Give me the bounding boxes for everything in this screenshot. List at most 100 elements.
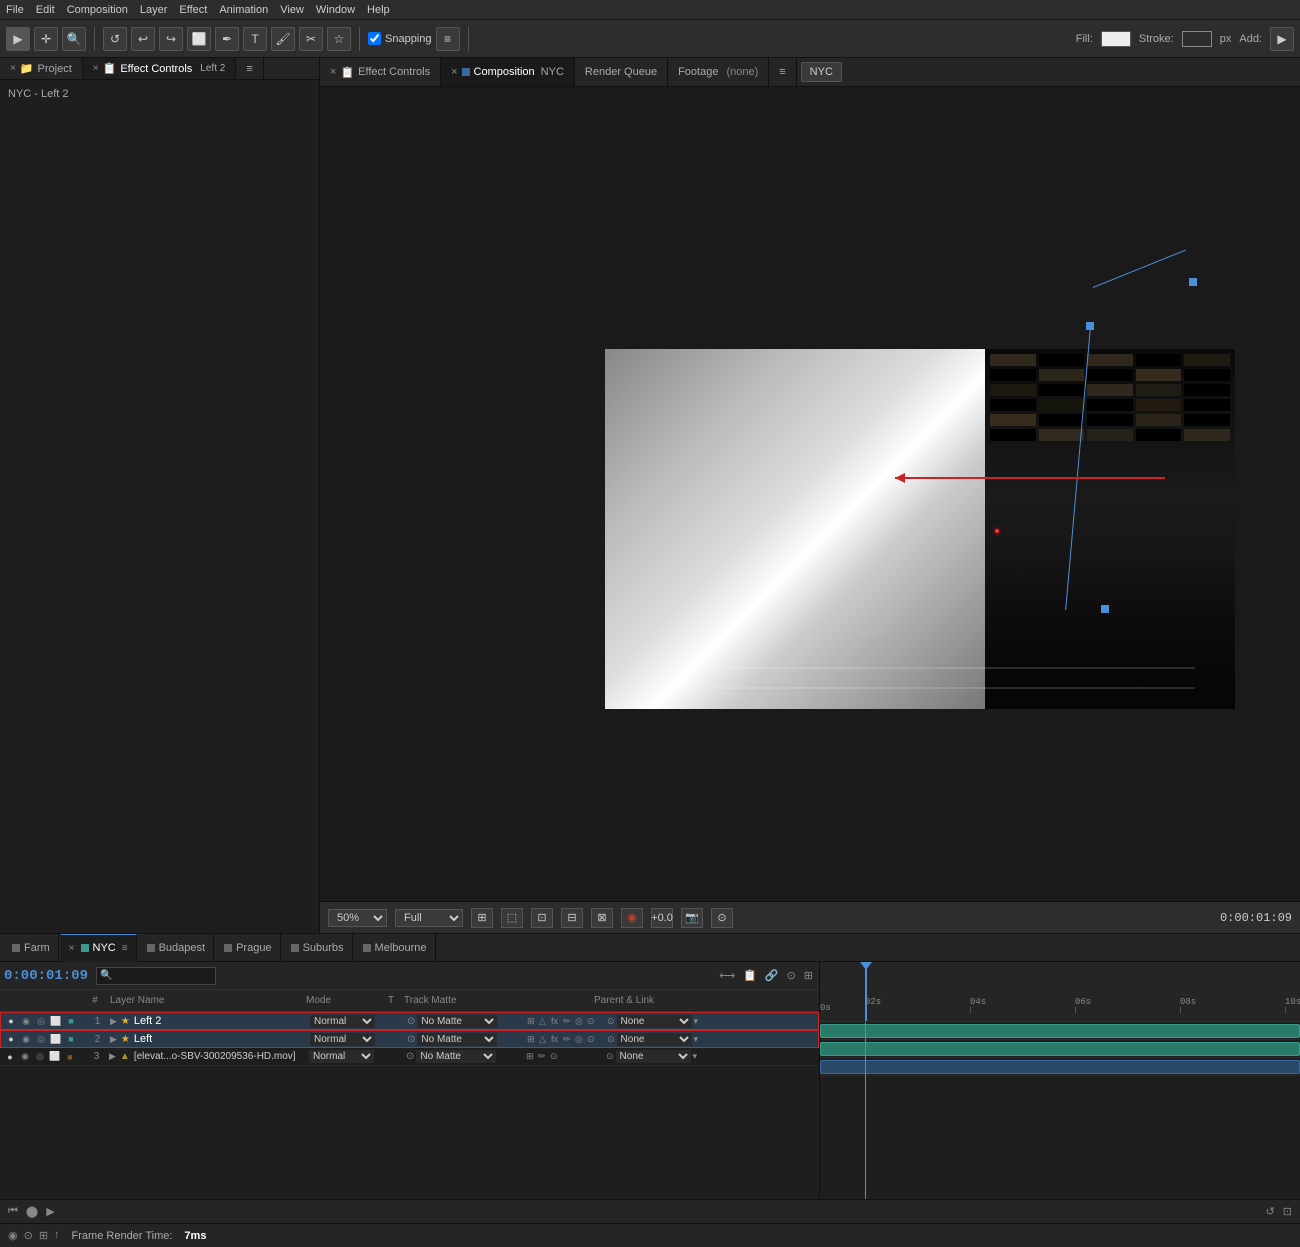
menu-effect[interactable]: Effect (179, 4, 207, 16)
status-icon-2[interactable]: ⊙ (24, 1229, 33, 1242)
timeline-ctrl-4[interactable]: ⊙ (785, 967, 798, 984)
layer-1-sw1[interactable]: ⊞ (527, 1016, 537, 1027)
layer-1-lock[interactable]: ⬜ (50, 1015, 62, 1027)
layer-2-sw2[interactable]: △ (539, 1034, 549, 1045)
tc-play[interactable]: ▶ (42, 1205, 58, 1218)
zoom-select[interactable]: 50% 100% 25% (328, 909, 387, 927)
menu-composition[interactable]: Composition (67, 4, 128, 16)
redo-tool[interactable]: ↪ (159, 27, 183, 51)
layer-2-sw4[interactable]: ✏ (563, 1034, 573, 1045)
layer-3-eye[interactable]: ● (4, 1051, 16, 1063)
camera-button[interactable]: 📷 (681, 908, 703, 928)
layer-3-solo[interactable]: ◎ (34, 1051, 46, 1063)
tc-prev[interactable]: ⬤ (22, 1205, 42, 1218)
layer-3-sw3[interactable]: ⊙ (550, 1051, 560, 1062)
status-icon-4[interactable]: ↑ (54, 1229, 60, 1242)
footage-tab[interactable]: Footage (none) (668, 58, 769, 86)
layer-1-eye[interactable]: ● (5, 1015, 17, 1027)
layer-1-audio[interactable]: ◉ (20, 1015, 32, 1027)
undo-tool[interactable]: ↩ (131, 27, 155, 51)
layer-row-1[interactable]: ● ◉ ◎ ⬜ ■ 1 ▶ ★ Left 2 Normal (0, 1012, 819, 1030)
layer-1-label[interactable]: ■ (65, 1015, 77, 1027)
nyc-subtab[interactable]: NYC (801, 62, 842, 82)
mask-tool[interactable]: ⬜ (187, 27, 211, 51)
timeline-ctrl-3[interactable]: 🔗 (763, 967, 781, 984)
layer-1-solo[interactable]: ◎ (35, 1015, 47, 1027)
timeline-ctrl-2[interactable]: 📋 (741, 967, 759, 984)
layer-1-mode[interactable]: Normal (310, 1015, 375, 1028)
comp-effect-controls-tab[interactable]: × 📋 Effect Controls (320, 58, 441, 86)
current-time[interactable]: 0:00:01:09 (4, 968, 88, 984)
composition-viewer[interactable] (320, 87, 1300, 901)
project-tab-close[interactable]: × (10, 63, 16, 74)
layer-2-audio[interactable]: ◉ (20, 1033, 32, 1045)
composition-tab[interactable]: × Composition NYC (441, 58, 575, 86)
layer-row-3[interactable]: ● ◉ ◎ ⬜ ■ 3 ▶ ▲ [elevat...o-SBV-30020953… (0, 1048, 819, 1066)
pixel-button[interactable]: ⊠ (591, 908, 613, 928)
layer-2-parent-select[interactable]: None (617, 1033, 692, 1046)
layer-3-audio[interactable]: ◉ (19, 1051, 31, 1063)
tc-first[interactable]: ⏮ (4, 1205, 22, 1218)
layer-2-label[interactable]: ■ (65, 1033, 77, 1045)
layer-3-sw1[interactable]: ⊞ (526, 1051, 536, 1062)
layer-1-expand[interactable]: ▶ (110, 1016, 117, 1027)
layer-2-eye[interactable]: ● (5, 1033, 17, 1045)
timeline-tab-melbourne[interactable]: Melbourne (355, 934, 436, 962)
timeline-ctrl-5[interactable]: ⊞ (802, 967, 815, 984)
menu-help[interactable]: Help (367, 4, 390, 16)
layer-1-sw5[interactable]: ◎ (575, 1016, 585, 1027)
time-ruler[interactable]: 0s 02s 04s 06s 08s 10s (820, 962, 1300, 1022)
text-tool[interactable]: T (243, 27, 267, 51)
menu-edit[interactable]: Edit (36, 4, 55, 16)
layer-2-mode[interactable]: Normal (310, 1033, 375, 1046)
tc-ram[interactable]: ⊡ (1279, 1205, 1296, 1218)
transform-handle-tr[interactable] (1189, 278, 1197, 286)
pen-tool[interactable]: ✒ (215, 27, 239, 51)
transform-handle-tl[interactable] (1086, 322, 1094, 330)
status-icon-1[interactable]: ◉ (8, 1229, 18, 1242)
nyc-menu[interactable]: ≡ (122, 943, 128, 954)
comp-effect-close[interactable]: × (330, 66, 336, 78)
timeline-tab-farm[interactable]: Farm (4, 934, 59, 962)
add-button[interactable]: ▶ (1270, 27, 1294, 51)
layer-3-lock[interactable]: ⬜ (49, 1051, 61, 1063)
layer-3-label[interactable]: ■ (64, 1051, 76, 1063)
timeline-tab-suburbs[interactable]: Suburbs (283, 934, 353, 962)
grid-button[interactable]: ⊞ (471, 908, 493, 928)
left-panel-menu[interactable]: ≡ (236, 58, 263, 79)
zoom-tool[interactable]: 🔍 (62, 27, 86, 51)
mask-button[interactable]: ⬚ (501, 908, 523, 928)
tc-loop[interactable]: ↺ (1262, 1205, 1279, 1218)
clone-tool[interactable]: ✂ (299, 27, 323, 51)
transform-handle-bl[interactable] (1101, 605, 1109, 613)
stroke-swatch[interactable] (1182, 31, 1212, 47)
timeline-tab-prague[interactable]: Prague (216, 934, 280, 962)
layer-1-parent-select[interactable]: None (617, 1015, 692, 1028)
menu-window[interactable]: Window (316, 4, 355, 16)
menu-layer[interactable]: Layer (140, 4, 168, 16)
layer-3-sw2[interactable]: ✏ (538, 1051, 548, 1062)
menu-animation[interactable]: Animation (219, 4, 268, 16)
layer-search[interactable] (96, 967, 216, 985)
nyc-close[interactable]: × (69, 943, 75, 954)
layer-3-parent-select[interactable]: None (616, 1050, 691, 1063)
render-queue-tab[interactable]: Render Queue (575, 58, 668, 86)
layer-2-track-select[interactable]: No Matte (417, 1033, 497, 1046)
status-icon-3[interactable]: ⊞ (39, 1229, 48, 1242)
comp-menu[interactable]: ≡ (769, 58, 796, 86)
layer-2-solo[interactable]: ◎ (35, 1033, 47, 1045)
safe-button[interactable]: ⊡ (531, 908, 553, 928)
menu-file[interactable]: File (6, 4, 24, 16)
color-button[interactable]: ◉ (621, 908, 643, 928)
project-tab[interactable]: × 📁 Project (0, 58, 83, 79)
layer-1-track-select[interactable]: No Matte (417, 1015, 497, 1028)
layer-3-mode[interactable]: Normal (309, 1050, 374, 1063)
3d-button[interactable]: ⊟ (561, 908, 583, 928)
layer-2-sw6[interactable]: ⊙ (587, 1034, 597, 1045)
exposure-button[interactable]: +0.0 (651, 908, 673, 928)
layer-1-sw6[interactable]: ⊙ (587, 1016, 597, 1027)
composition-close[interactable]: × (451, 66, 457, 78)
rotate-tool[interactable]: ↺ (103, 27, 127, 51)
playhead[interactable] (865, 962, 867, 1021)
layer-3-track-select[interactable]: No Matte (416, 1050, 496, 1063)
